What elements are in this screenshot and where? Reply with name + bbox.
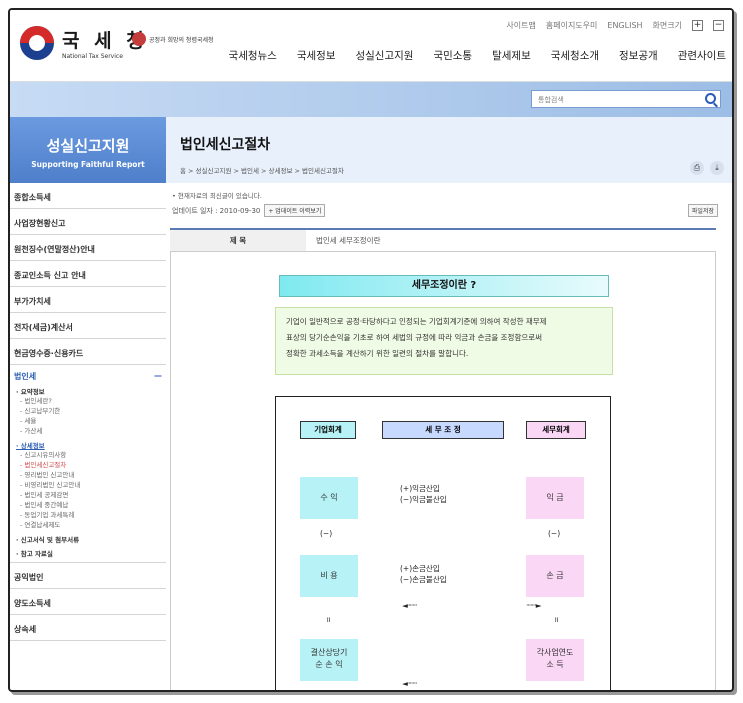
diagram-header-tax-adjustment: 세 무 조 정 xyxy=(382,421,504,439)
lnb-sub-item[interactable]: - 신고납부기한 xyxy=(14,406,162,416)
lnb-sub-item-active[interactable]: - 법인세신고절차 xyxy=(14,460,162,470)
gnb-communication[interactable]: 국민소통 xyxy=(433,48,472,63)
arrow-left-icon: ◄······· xyxy=(402,679,418,688)
lnb-sub-item[interactable]: - 비영리법인 신고안내 xyxy=(14,480,162,490)
util-zoom-label: 화면크기 xyxy=(652,21,682,30)
gnb-news[interactable]: 국세청뉴스 xyxy=(229,48,277,63)
lnb-sec-detail[interactable]: · 상세정보 xyxy=(14,440,162,450)
gnb-about[interactable]: 국세청소개 xyxy=(551,48,599,63)
diagram-gross-income: 익 금 xyxy=(526,477,584,519)
zoom-out-button[interactable]: − xyxy=(713,20,724,31)
update-date: 업데이트 일자 : 2010-09-30 xyxy=(172,206,261,215)
lnb-sub-item[interactable]: - 법인세 중간예납 xyxy=(14,500,162,510)
subject-row: 제 목 법인세 세무조정이란 xyxy=(170,228,716,252)
lnb-sub-item[interactable]: - 가산세 xyxy=(14,426,162,436)
integrity-logo-icon xyxy=(132,32,146,46)
lnb-sub-item[interactable]: - 연결납세제도 xyxy=(14,520,162,530)
logo-english: National Tax Service xyxy=(62,53,123,60)
arrow-left-icon: ◄······· xyxy=(402,601,418,610)
lnb-sub-item[interactable]: - 세율 xyxy=(14,416,162,426)
diagram-header-corporate-accounting: 기업회계 xyxy=(300,421,356,439)
taegeuk-logo-icon xyxy=(20,26,54,60)
gnb-disclosure[interactable]: 정보공개 xyxy=(619,48,658,63)
browser-frame: 국 세 청 National Tax Service 공정과 희망의 청렴국세청… xyxy=(8,8,734,692)
lnb-item-inheritance-tax[interactable]: 상속세 xyxy=(10,615,166,641)
document-body: 세무조정이란 ? 기업이 일반적으로 공정·타당하다고 인정되는 기업회계기준에… xyxy=(170,252,716,690)
gnb-tax-info[interactable]: 국세정보 xyxy=(297,48,336,63)
search-input[interactable]: 통합검색 xyxy=(531,90,721,108)
diagram-header-tax-accounting: 세무회계 xyxy=(526,421,586,439)
diagram-equals-right: ॥ xyxy=(554,615,559,624)
zoom-in-button[interactable]: + xyxy=(692,20,703,31)
diagram-income-adjust: (+)익금산입 (−)익금불산입 xyxy=(400,484,447,504)
diagram-revenue: 수 익 xyxy=(300,477,358,519)
diagram-net-income: 결산상당기 순 손 익 xyxy=(300,639,358,681)
gnb-tax-evasion-report[interactable]: 탈세제보 xyxy=(492,48,531,63)
page-title: 법인세신고절차 xyxy=(180,137,271,153)
subject-label: 제 목 xyxy=(170,230,306,251)
lnb-item-business-report[interactable]: 사업장현황신고 xyxy=(10,209,166,235)
gnb-related-sites[interactable]: 관련사이트 xyxy=(678,48,726,63)
download-icon[interactable]: ⤓ xyxy=(710,161,724,175)
diagram-deduction-adjust: (+)손금산입 (−)손금불산입 xyxy=(400,564,447,584)
util-helper[interactable]: 홈페이지도우미 xyxy=(546,20,598,31)
lnb-item-withholding[interactable]: 원천징수(연말정산)안내 xyxy=(10,235,166,261)
diagram-minus-left: (−) xyxy=(320,529,333,538)
lnb-sec-forms[interactable]: · 신고서식 및 첨부서류 xyxy=(14,534,162,544)
update-info: 업데이트 일자 : 2010-09-30 + 업데이트 이력보기 xyxy=(172,204,326,217)
diagram-deductible-expense: 손 금 xyxy=(526,555,584,597)
lnb-item-income-tax[interactable]: 종합소득세 xyxy=(10,183,166,209)
lnb-item-transfer-tax[interactable]: 양도소득세 xyxy=(10,589,166,615)
lnb-item-corporate-tax: 법인세 — · 요약정보 - 법인세란? - 신고납부기한 - 세율 - 가산세… xyxy=(10,365,166,563)
global-nav: 국세청뉴스 국세정보 성실신고지원 국민소통 탈세제보 국세청소개 정보공개 관… xyxy=(229,48,726,63)
lnb-item-religious[interactable]: 종교인소득 신고 안내 xyxy=(10,261,166,287)
search-icon[interactable] xyxy=(705,93,716,104)
page-header: 법인세신고절차 홈 > 성실신고지원 > 법인세 > 상세정보 > 법인세신고절… xyxy=(166,117,732,183)
print-icon[interactable]: ⎙ xyxy=(690,161,704,175)
lnb-sub-item[interactable]: - 동업기업 과세특례 xyxy=(14,510,162,520)
lnb-sub-item[interactable]: - 신고시유의사항 xyxy=(14,450,162,460)
util-english[interactable]: ENGLISH xyxy=(607,21,642,30)
collapse-icon[interactable]: — xyxy=(154,371,162,382)
lnb-sub-item[interactable]: - 영리법인 신고안내 xyxy=(14,470,162,480)
latest-notice: • 현재자료의 최신글이 있습니다. xyxy=(172,192,262,200)
diagram-expense: 비 용 xyxy=(300,555,358,597)
lnb-item-vat[interactable]: 부가가치세 xyxy=(10,287,166,313)
tax-adjustment-diagram: 기업회계 세 무 조 정 세무회계 수 익 (+)익금산입 (−)익금불산입 익… xyxy=(275,396,611,690)
lnb-sec-reference[interactable]: · 참고 자료실 xyxy=(14,548,162,558)
arrow-right-icon: ·······► xyxy=(526,601,542,610)
lnb-sub-item[interactable]: - 법인세란? xyxy=(14,396,162,406)
file-save-button[interactable]: 파일저장 xyxy=(687,204,718,217)
diagram-minus-right: (−) xyxy=(548,529,561,538)
subject-value: 법인세 세무조정이란 xyxy=(316,236,381,245)
diagram-taxable-income: 각사업연도 소 득 xyxy=(526,639,584,681)
lnb-item-public-corp[interactable]: 공익법인 xyxy=(10,563,166,589)
site-logo[interactable]: 국 세 청 National Tax Service xyxy=(20,26,148,60)
left-nav: 종합소득세 사업장현황신고 원천징수(연말정산)안내 종교인소득 신고 안내 부… xyxy=(10,183,166,641)
site-header: 국 세 청 National Tax Service 공정과 희망의 청렴국세청… xyxy=(10,10,732,82)
lnb-title: 성실신고지원 xyxy=(46,137,130,155)
breadcrumb: 홈 > 성실신고지원 > 법인세 > 상세정보 > 법인세신고절차 xyxy=(180,167,344,175)
lnb-corporate-tax-label[interactable]: 법인세 xyxy=(14,371,36,382)
lnb-header: 성실신고지원 Supporting Faithful Report xyxy=(10,117,166,183)
lnb-item-cash-receipt[interactable]: 현금영수증·신용카드 xyxy=(10,339,166,365)
definition-box: 기업이 일반적으로 공정·타당하다고 인정되는 기업회계기준에 의하여 작성한 … xyxy=(275,307,613,375)
lnb-subtitle: Supporting Faithful Report xyxy=(31,160,145,169)
gnb-filing-support[interactable]: 성실신고지원 xyxy=(355,48,413,63)
util-sitemap[interactable]: 사이트맵 xyxy=(506,20,535,31)
diagram-equals-left: ॥ xyxy=(326,615,331,624)
lnb-item-e-invoice[interactable]: 전자(세금)계산서 xyxy=(10,313,166,339)
integrity-logo[interactable]: 공정과 희망의 청렴국세청 xyxy=(132,32,214,46)
lnb-sub-item[interactable]: - 법인세 공제감면 xyxy=(14,490,162,500)
lnb-sec-summary[interactable]: · 요약정보 xyxy=(14,386,162,396)
page-tools: ⎙ ⤓ xyxy=(690,161,724,175)
doc-title: 세무조정이란 ? xyxy=(279,275,609,297)
update-history-button[interactable]: + 업데이트 이력보기 xyxy=(264,204,326,217)
utility-links: 사이트맵 홈페이지도우미 ENGLISH 화면크기 + − xyxy=(506,20,724,31)
